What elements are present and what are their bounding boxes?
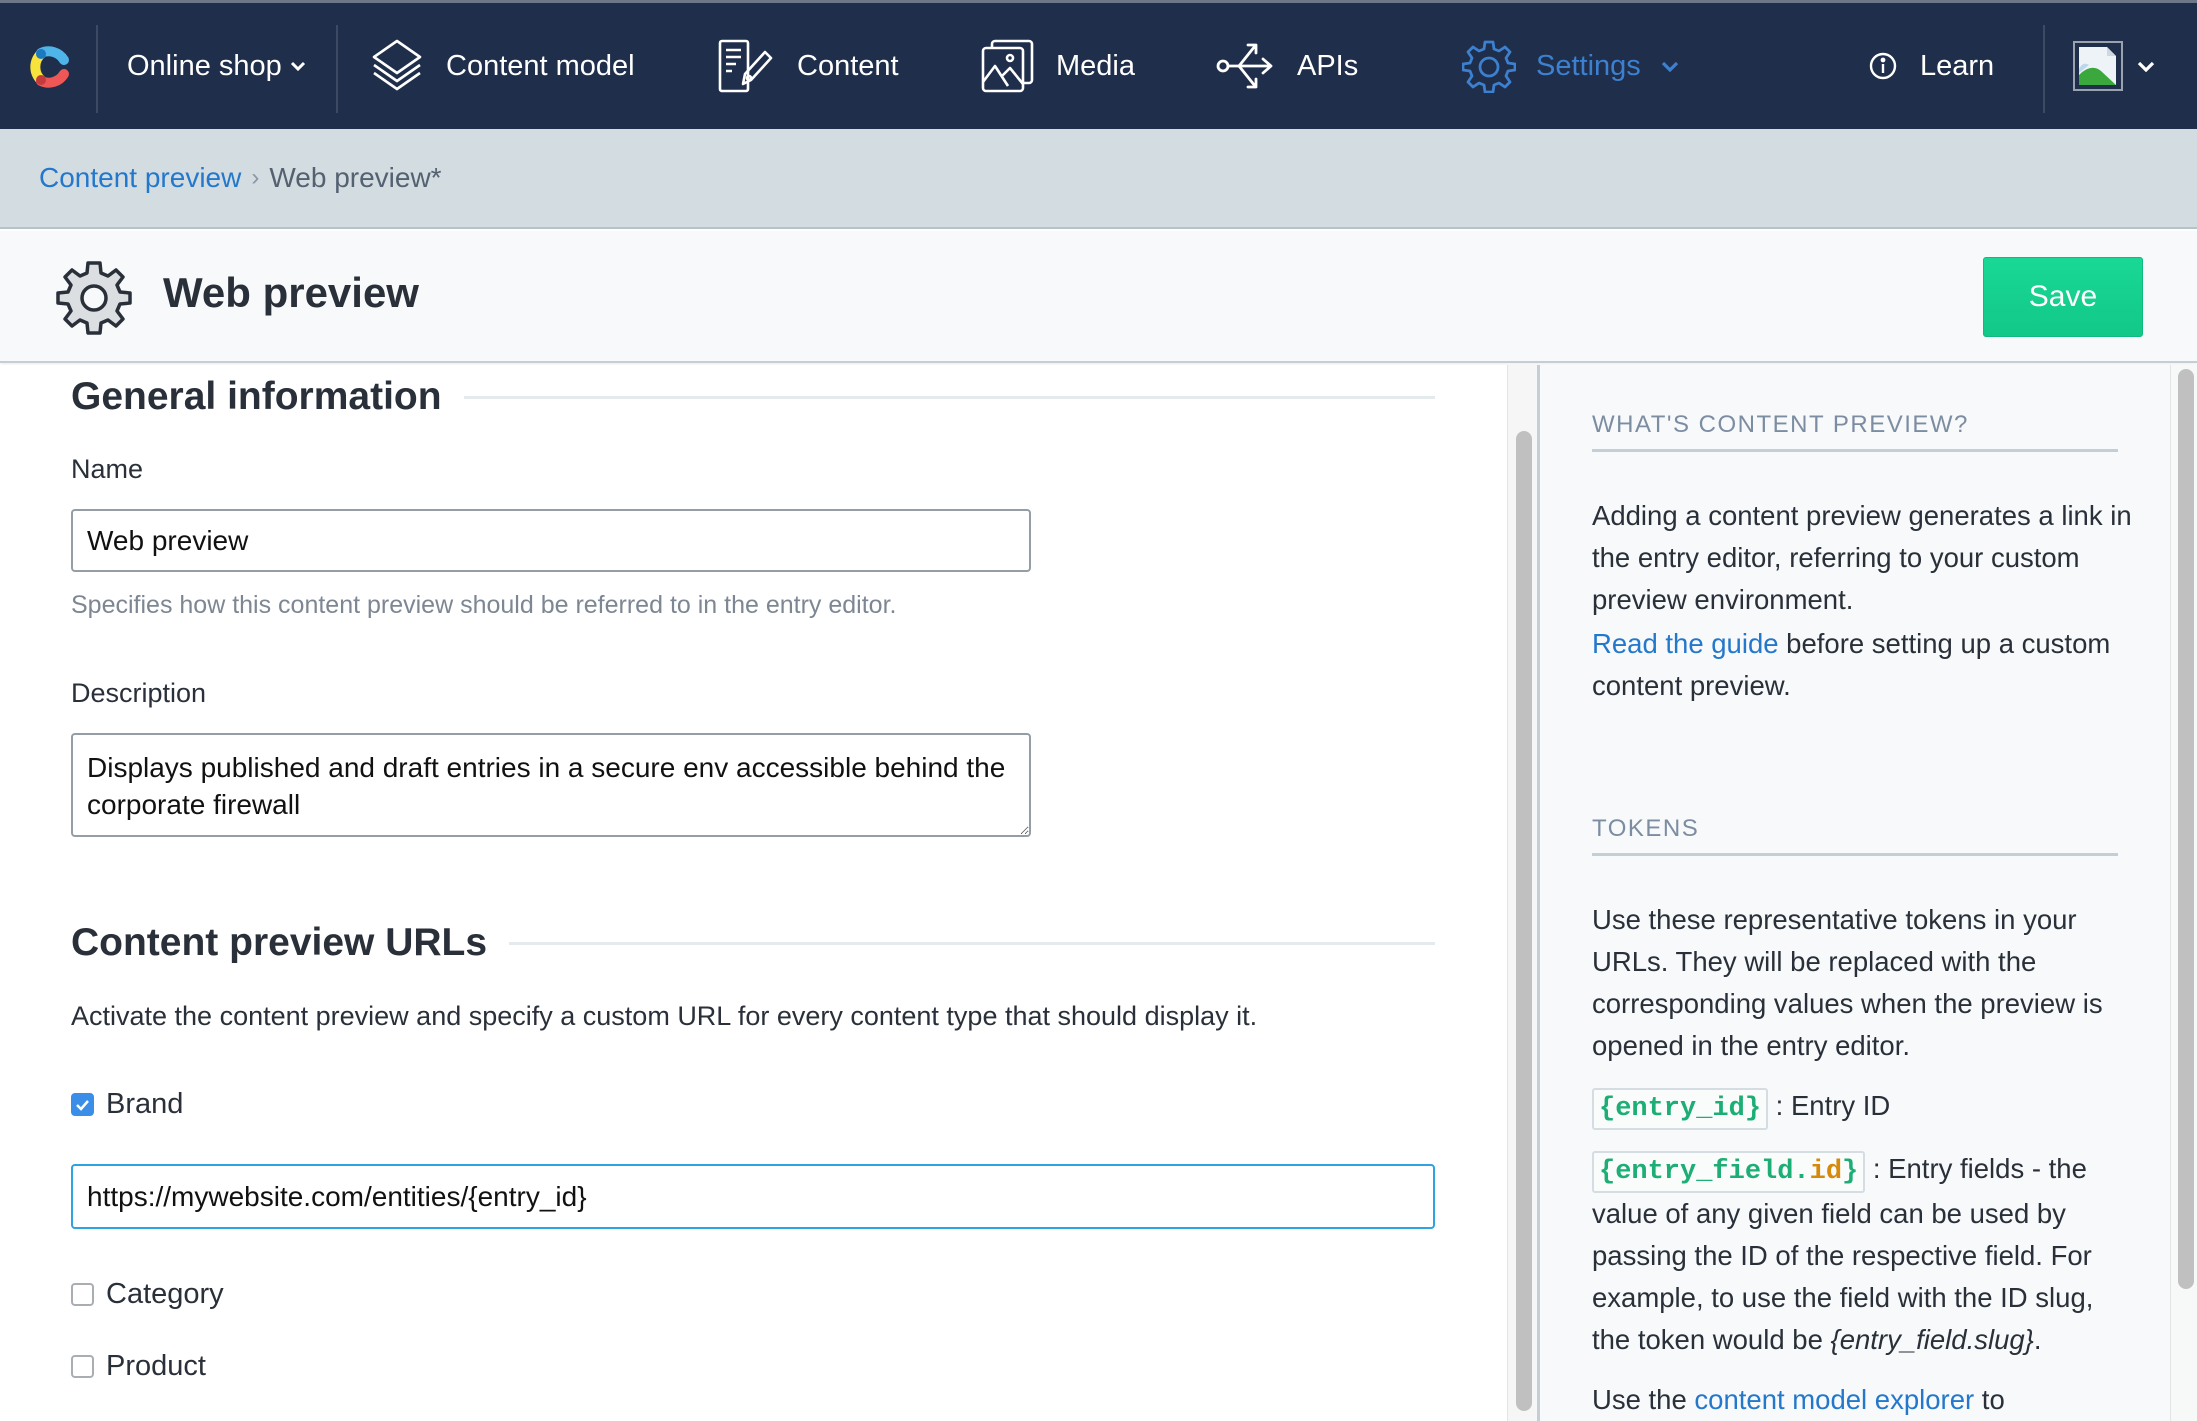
sidebar-what-text: Adding a content preview generates a lin… [1592,500,2132,615]
nav-divider [96,25,98,113]
content-type-brand-checkbox[interactable]: Brand [71,1088,183,1121]
token-prefix: {entry_field. [1599,1157,1810,1187]
nav-learn[interactable]: Learn [1868,3,1994,129]
content-edit-icon [718,39,773,93]
section-heading: General information [71,375,442,418]
avatar [2073,41,2123,91]
api-icon [1216,43,1273,89]
nav-label: Content model [446,49,635,82]
nav-label: Content [797,49,899,82]
help-sidebar: WHAT'S CONTENT PREVIEW? Adding a content… [1537,365,2197,1421]
token-entry-field-row: {entry_field.id} : Entry fields - the va… [1592,1148,2132,1361]
checkbox-checked-icon[interactable] [71,1093,94,1116]
nav-divider [336,25,338,113]
space-name: Online shop [127,49,282,82]
media-icon [981,39,1034,93]
explorer-paragraph: Use the content model explorer to [1592,1379,2132,1421]
token-entry-id-row: {entry_id} : Entry ID [1592,1085,2132,1130]
nav-settings[interactable]: Settings [1462,3,1679,129]
sidebar-scrollbar-thumb[interactable] [2178,369,2194,1289]
gear-icon [1462,40,1516,93]
nav-apis[interactable]: APIs [1215,3,1358,129]
content-preview-urls-section: Content preview URLs [71,921,1435,965]
name-label: Name [71,454,144,484]
nav-label: Media [1056,49,1135,82]
token-suffix: } [1842,1157,1859,1187]
main-scrollbar[interactable] [1507,365,1537,1421]
explorer-text: Use the [1592,1384,1695,1415]
chevron-down-icon [1661,61,1678,72]
contentful-logo-icon[interactable] [20,39,76,95]
brand-url-input[interactable] [71,1164,1435,1229]
nav-label: Learn [1920,49,1995,82]
nav-divider [2043,25,2045,113]
explorer-text: to [1974,1384,2005,1415]
sidebar-heading-whats-content-preview: WHAT'S CONTENT PREVIEW? [1592,411,2118,452]
description-label: Description [71,678,207,708]
name-hint: Specifies how this content preview shoul… [71,591,897,619]
info-icon [1869,52,1897,80]
layers-icon [372,39,422,91]
settings-gear-icon [56,261,132,335]
nav-label: Settings [1536,49,1641,82]
name-input[interactable] [71,509,1031,572]
account-menu[interactable] [2073,3,2155,129]
breadcrumb-separator: › [251,164,260,191]
top-navigation: Online shop Content model Content Media [0,0,2197,129]
chevron-down-icon [290,61,305,72]
sidebar-heading-tokens: TOKENS [1592,815,2118,856]
breadcrumb: Content preview › Web preview* [0,129,2197,229]
sidebar-scrollbar[interactable] [2170,365,2197,1421]
description-textarea[interactable]: Displays published and draft entries in … [71,733,1031,837]
token-highlight: id [1809,1157,1843,1187]
chevron-down-icon [2137,61,2155,72]
content-type-product-checkbox[interactable]: Product [71,1350,206,1383]
page-header: Web preview Save [0,231,2197,363]
content-type-category-checkbox[interactable]: Category [71,1278,224,1311]
breadcrumb-current: Web preview* [269,162,442,193]
checkbox-unchecked-icon[interactable] [71,1283,94,1306]
space-switcher[interactable]: Online shop [127,3,306,129]
checkbox-label: Category [106,1278,224,1310]
token-entry-id: {entry_id} [1592,1088,1769,1130]
breadcrumb-content-preview-link[interactable]: Content preview [39,162,241,194]
section-divider [509,941,1435,945]
nav-content-model[interactable]: Content model [368,3,635,129]
section-heading: Content preview URLs [71,921,488,964]
save-button[interactable]: Save [1983,257,2143,337]
checkbox-label: Brand [106,1088,184,1120]
token-end: . [2033,1324,2042,1355]
sidebar-tokens-intro: Use these representative tokens in your … [1592,904,2103,1061]
page-title: Web preview [163,269,419,316]
token-desc: : Entry ID [1768,1090,1891,1121]
main-content: General information Name Specifies how t… [0,365,1507,1421]
content-model-explorer-link[interactable]: content model explorer [1694,1384,1974,1415]
sidebar-guide-paragraph: Read the guide before setting up a custo… [1592,623,2132,707]
urls-intro: Activate the content preview and specify… [71,1001,1258,1031]
read-the-guide-link[interactable]: Read the guide [1592,628,1779,659]
checkbox-unchecked-icon[interactable] [71,1355,94,1378]
main-scrollbar-thumb[interactable] [1516,431,1532,1411]
nav-label: APIs [1297,49,1359,82]
general-information-section: General information [71,375,1435,419]
token-entry-field-id: {entry_field.id} [1592,1151,1866,1193]
section-divider [463,395,1435,399]
token-example: {entry_field.slug} [1830,1324,2034,1355]
nav-content[interactable]: Content [717,3,899,129]
nav-media[interactable]: Media [980,3,1135,129]
checkbox-label: Product [106,1350,206,1382]
